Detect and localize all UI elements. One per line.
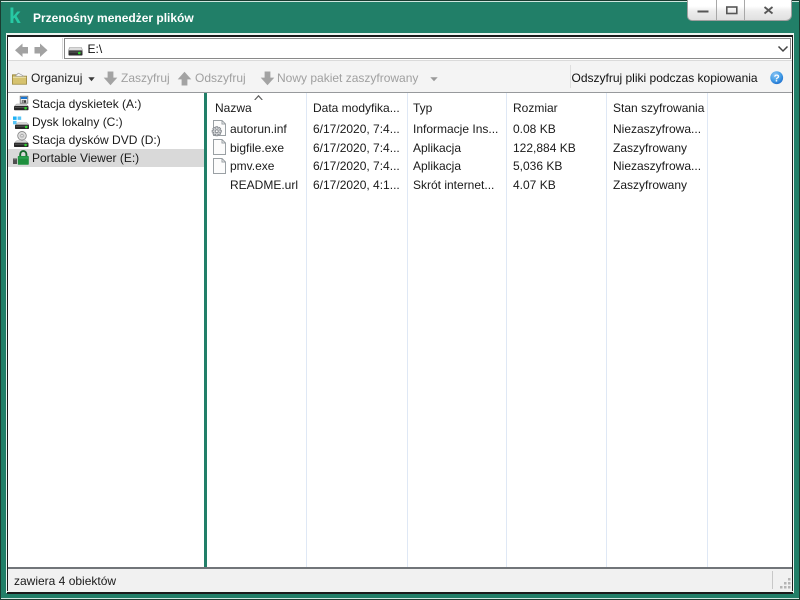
svg-text:?: ? bbox=[774, 73, 780, 84]
